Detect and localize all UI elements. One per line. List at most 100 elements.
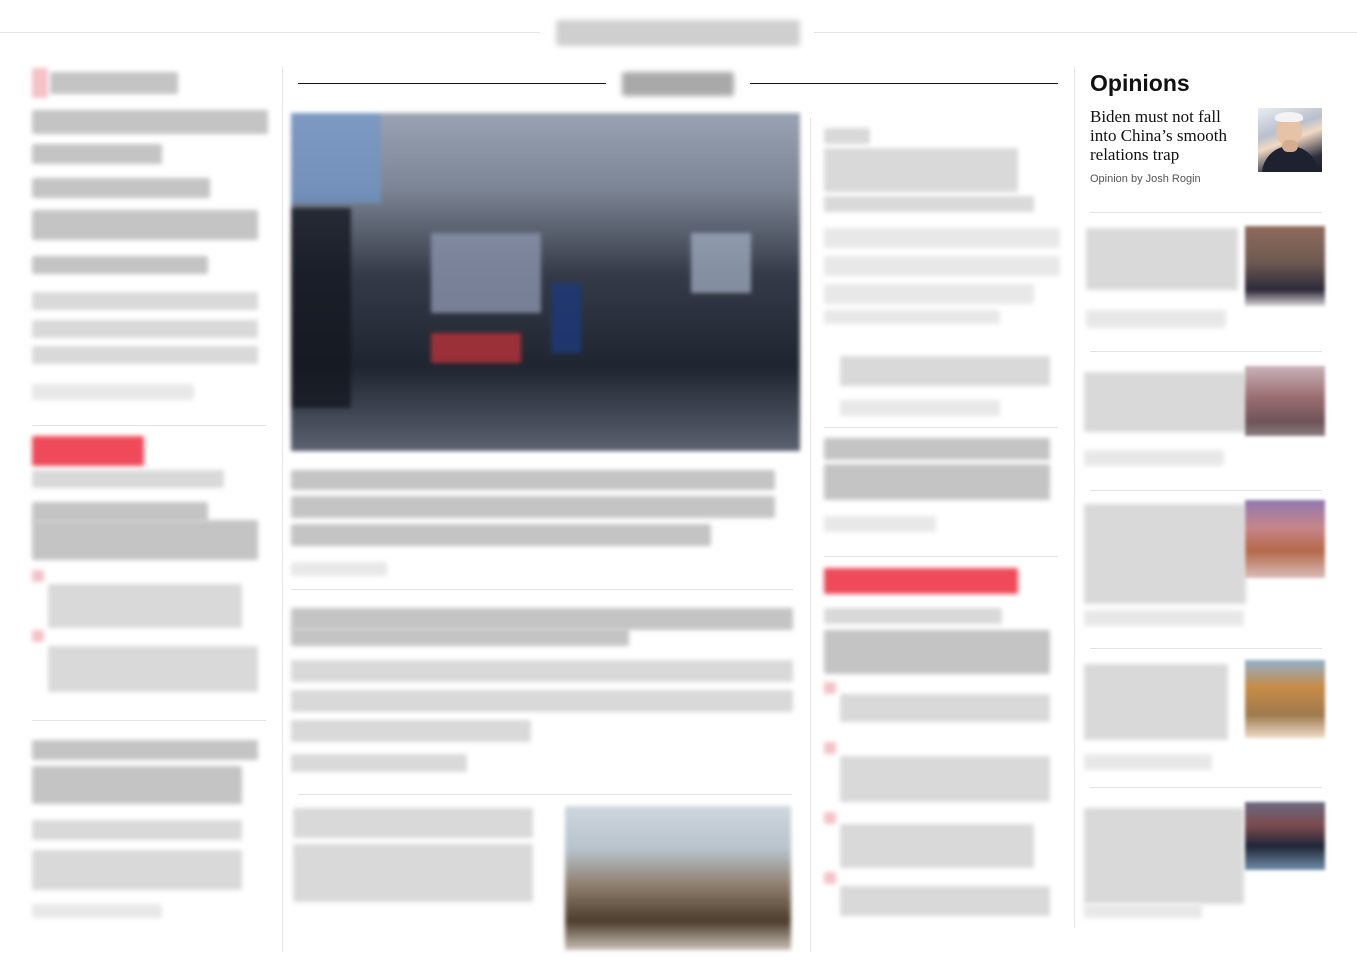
blurred-bullet <box>824 812 836 824</box>
blurred-headline-line <box>1084 808 1244 904</box>
blurred-headline-line <box>291 628 629 646</box>
blurred-byline <box>824 516 936 532</box>
blurred-summary-line <box>824 256 1060 276</box>
blurred-live-badge <box>32 436 144 466</box>
portrait-photo-icon[interactable] <box>1258 108 1322 172</box>
blurred-headline-line <box>293 844 533 902</box>
blurred-byline <box>1084 610 1244 626</box>
blurred-byline <box>1084 450 1224 466</box>
left-divider-2 <box>32 720 266 721</box>
blurred-headline-line <box>1084 372 1246 432</box>
mid-rule-right <box>750 83 1058 84</box>
opinion-thumbnail[interactable] <box>1245 366 1325 436</box>
rc-divider-1 <box>824 427 1058 428</box>
blurred-icon <box>32 68 48 98</box>
blurred-headline-line <box>32 178 210 198</box>
section-label-middle[interactable] <box>622 72 734 96</box>
column-divider-2 <box>810 118 811 952</box>
blurred-headline-line <box>1084 664 1228 740</box>
blurred-kicker <box>824 608 1002 624</box>
blurred-bullet-line <box>840 824 1034 868</box>
blurred-headline-line <box>32 256 208 274</box>
blurred-summary-line <box>291 660 793 682</box>
blurred-kicker <box>824 128 870 144</box>
column-divider-3 <box>1074 66 1075 928</box>
blurred-live-badge <box>824 568 1018 594</box>
blurred-headline-line <box>32 766 242 804</box>
blurred-headline-line <box>824 464 1050 500</box>
blurred-kicker <box>50 72 178 94</box>
blurred-summary-line <box>291 720 531 742</box>
blurred-byline <box>291 562 387 576</box>
blurred-bullet-line <box>840 886 1050 916</box>
blurred-bullet-line <box>840 694 1050 722</box>
blurred-kicker <box>32 470 224 488</box>
blurred-headline-line <box>32 144 162 164</box>
opinions-divider-5 <box>1090 787 1322 788</box>
blurred-byline <box>1084 904 1202 918</box>
blurred-summary-line <box>291 754 467 772</box>
blurred-summary-line <box>291 690 793 712</box>
top-rule-left <box>0 32 540 33</box>
top-rule-right <box>814 32 1357 33</box>
blurred-headline-line <box>291 496 775 518</box>
opinion-thumbnail[interactable] <box>1245 500 1325 578</box>
blurred-byline <box>32 384 194 400</box>
blurred-byline <box>32 904 162 918</box>
opinion-thumbnail[interactable] <box>1245 226 1325 306</box>
blurred-bullet <box>32 630 44 642</box>
opinions-title[interactable]: Opinions <box>1090 70 1190 97</box>
blurred-headline-line <box>291 524 711 546</box>
center-divider-2 <box>298 794 792 795</box>
opinions-divider-4 <box>1090 648 1322 649</box>
mid-rule-left <box>298 83 606 84</box>
lead-story-photo[interactable] <box>291 113 800 451</box>
blurred-bullet <box>32 570 44 582</box>
blurred-byline <box>840 400 1000 416</box>
blurred-headline-line <box>32 502 208 522</box>
story-thumbnail-photo[interactable] <box>565 806 791 950</box>
blurred-headline-line <box>32 740 258 760</box>
blurred-headline-line <box>824 630 1050 674</box>
opinions-divider-2 <box>1090 351 1322 352</box>
blurred-summary-line <box>840 356 1050 386</box>
opinion-thumbnail[interactable] <box>1245 660 1325 738</box>
blurred-headline-line <box>824 438 1050 460</box>
section-label-top[interactable] <box>556 20 800 46</box>
blurred-headline-line <box>291 608 793 630</box>
center-divider-1 <box>291 589 793 590</box>
blurred-summary-line <box>32 292 258 310</box>
blurred-headline-line <box>293 808 533 838</box>
rc-divider-2 <box>824 556 1058 557</box>
blurred-summary-line <box>32 320 258 338</box>
blurred-headline-line <box>32 210 258 240</box>
blurred-headline-line <box>1086 228 1238 290</box>
blurred-summary-line <box>824 310 1000 324</box>
opinions-divider-1 <box>1090 212 1322 213</box>
blurred-bullet <box>824 682 836 694</box>
blurred-summary-line <box>824 228 1060 248</box>
blurred-headline-line <box>1084 504 1246 604</box>
blurred-summary-line <box>824 284 1034 304</box>
opinions-divider-3 <box>1090 490 1322 491</box>
blurred-bullet <box>824 872 836 884</box>
column-divider-1 <box>282 66 283 952</box>
blurred-headline-line <box>291 470 775 490</box>
blurred-headline-line <box>824 196 1034 212</box>
blurred-byline <box>1084 754 1212 770</box>
blurred-bullet-line <box>48 646 258 692</box>
blurred-headline-line <box>824 148 1018 192</box>
blurred-bullet-line <box>840 756 1050 802</box>
opinion-headline[interactable]: Biden must not fall into China’s smooth … <box>1090 107 1250 164</box>
blurred-byline <box>1086 310 1226 328</box>
blurred-headline-line <box>32 110 268 134</box>
blurred-bullet <box>824 742 836 754</box>
blurred-headline-line <box>32 520 258 560</box>
blurred-bullet-line <box>48 584 242 628</box>
blurred-summary-line <box>32 850 242 890</box>
blurred-summary-line <box>32 820 242 840</box>
blurred-summary-line <box>32 346 258 364</box>
left-divider-1 <box>32 425 266 426</box>
opinion-byline: Opinion by Josh Rogin <box>1090 173 1201 185</box>
opinion-thumbnail[interactable] <box>1245 802 1325 870</box>
